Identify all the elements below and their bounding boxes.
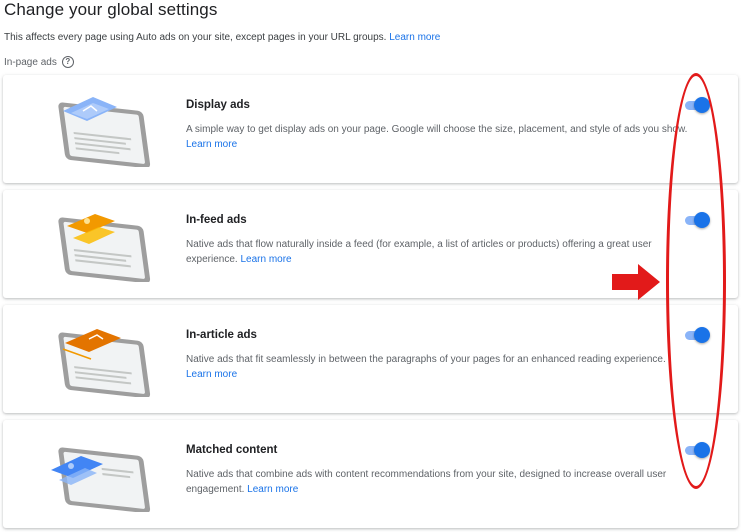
card-title: Matched content [186,444,278,456]
card-in-article-ads: In-article ads Native ads that fit seaml… [3,305,738,413]
card-title: Display ads [186,99,250,111]
section-label: In-page ads ? [4,56,74,68]
matched-content-illustration-icon [51,447,151,512]
display-ads-illustration-icon [58,97,151,167]
card-description: Native ads that flow naturally inside a … [186,237,706,267]
learn-more-link[interactable]: Learn more [186,369,237,380]
card-description-text: A simple way to get display ads on your … [186,124,688,135]
card-matched-content: Matched content Native ads that combine … [3,420,738,528]
in-article-ads-illustration-icon [58,329,151,397]
card-display-ads: Display ads A simple way to get display … [3,75,738,183]
card-title: In-article ads [186,329,257,341]
section-label-text: In-page ads [4,56,57,68]
page-title: Change your global settings [4,0,218,19]
page-subtitle: This affects every page using Auto ads o… [4,32,440,43]
card-description-text: Native ads that fit seamlessly in betwee… [186,354,666,365]
card-description: Native ads that fit seamlessly in betwee… [186,352,706,382]
card-title: In-feed ads [186,214,247,226]
learn-more-link[interactable]: Learn more [186,139,237,150]
subtitle-text: This affects every page using Auto ads o… [4,32,387,43]
help-icon[interactable]: ? [61,56,74,68]
card-description: Native ads that combine ads with content… [186,467,706,497]
annotation-ellipse [666,73,726,489]
in-feed-ads-illustration-icon [58,214,151,282]
annotation-arrow-icon [612,264,660,300]
learn-more-link[interactable]: Learn more [240,254,291,265]
learn-more-link[interactable]: Learn more [247,484,298,495]
learn-more-link[interactable]: Learn more [389,32,440,43]
card-description: A simple way to get display ads on your … [186,122,706,152]
